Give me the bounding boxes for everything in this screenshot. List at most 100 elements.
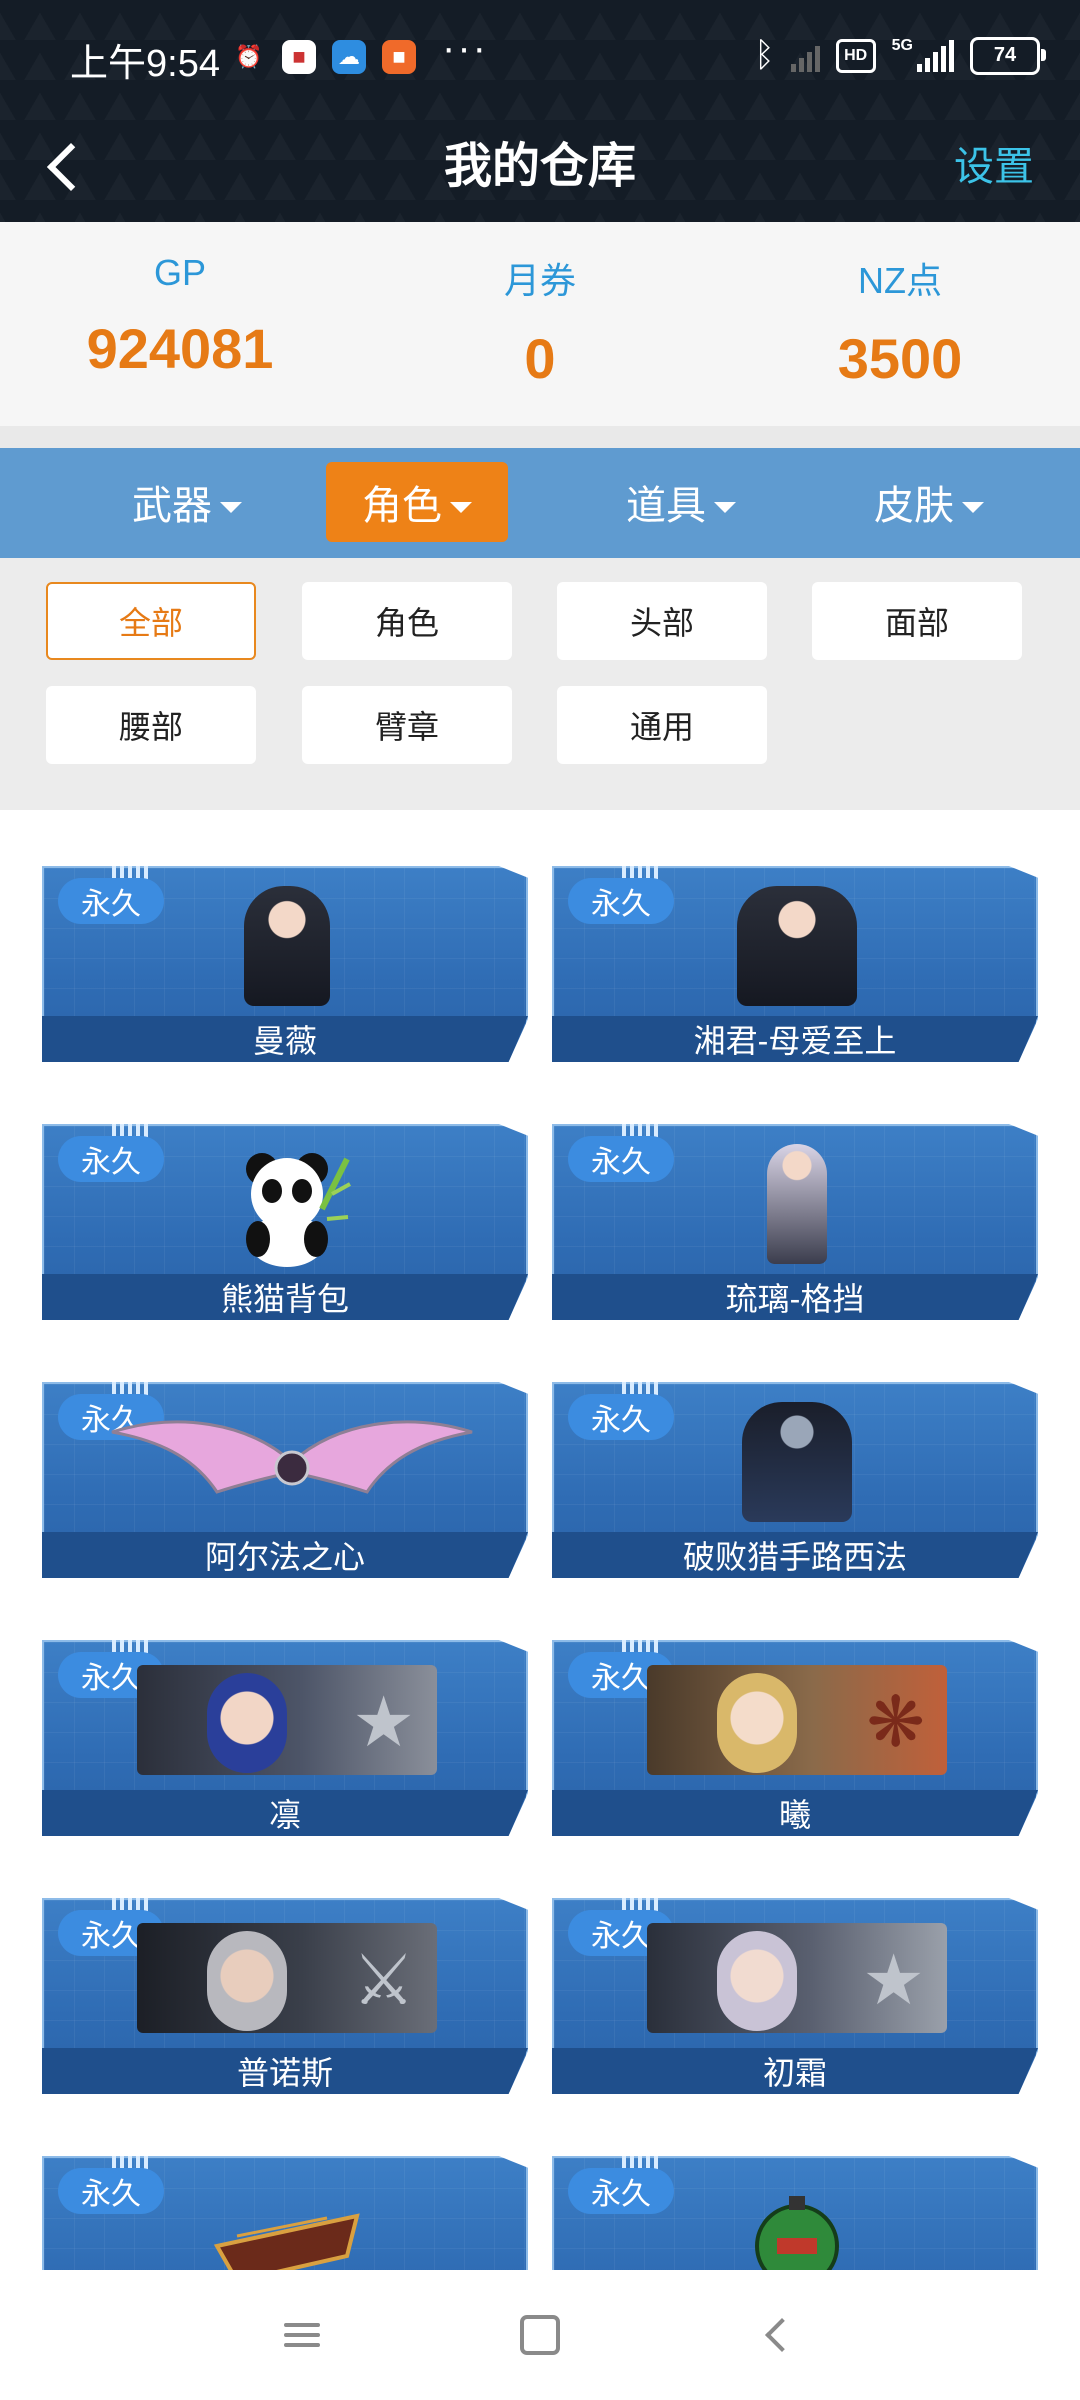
filter-character[interactable]: 角色 [302, 582, 512, 660]
filter-all[interactable]: 全部 [46, 582, 256, 660]
currency-panel: GP 924081 月券 0 NZ点 3500 [0, 222, 1080, 426]
tab-weapons[interactable]: 武器 [96, 462, 278, 542]
item-card[interactable]: 永久 ⚔ 普诺斯 [42, 1898, 528, 2094]
character-face [717, 1931, 797, 2031]
item-card[interactable]: 永久 [42, 2156, 528, 2270]
filter-face[interactable]: 面部 [812, 582, 1022, 660]
character-portrait [244, 886, 330, 1006]
home-icon [520, 2315, 560, 2355]
status-bar: 上午9:54 ⏰ ■ ☁ ■ ··· ᛒ HD 5G 74 [0, 0, 1080, 110]
character-banner-image: ⚔ [112, 1908, 462, 2048]
tab-items[interactable]: 道具 [590, 462, 772, 542]
item-card[interactable]: 永久 湘君-母爱至上 [552, 866, 1038, 1062]
caret-down-icon [714, 501, 736, 513]
character-face [207, 1673, 287, 1773]
character-banner-image: ❋ [622, 1650, 972, 1790]
tab-label: 角色 [362, 484, 442, 528]
divider [0, 426, 1080, 448]
signal-icon [917, 39, 954, 72]
grenade-icon [755, 2196, 839, 2270]
currency-label: NZ点 [858, 260, 942, 301]
signal-icon-sim2 [790, 40, 820, 72]
character-banner-image: ★ [112, 1650, 462, 1790]
banner: ★ [647, 1923, 947, 2033]
item-name: 初霜 [762, 2055, 827, 2091]
item-name: 凛 [268, 1797, 301, 1833]
system-back-button[interactable] [742, 2300, 812, 2370]
home-button[interactable] [505, 2300, 575, 2370]
status-right: ᛒ HD 5G 74 [754, 36, 1046, 75]
tab-characters[interactable]: 角色 [326, 462, 508, 542]
item-name: 曦 [778, 1797, 811, 1833]
currency-label: GP [153, 252, 206, 293]
character-banner-image: ★ [622, 1908, 972, 2048]
character-image [142, 876, 432, 1016]
item-card[interactable]: 永久 琉璃-格挡 [552, 1124, 1038, 1320]
item-card[interactable]: 永久 ❋ 曦 [552, 1640, 1038, 1836]
currency-value: 0 [524, 327, 556, 390]
character-portrait [737, 886, 857, 1006]
menu-icon [284, 2317, 320, 2353]
caret-down-icon [450, 501, 472, 513]
item-card[interactable]: 永久 破败猎手路西法 [552, 1382, 1038, 1578]
character-image [652, 1134, 942, 1274]
back-arrow-icon [765, 2318, 799, 2352]
character-portrait [742, 1402, 852, 1522]
caret-down-icon [962, 501, 984, 513]
bluetooth-icon: ᛒ [754, 36, 775, 74]
item-name: 曼薇 [252, 1023, 317, 1059]
tree-emblem-icon: ❋ [866, 1683, 925, 1761]
filter-waist[interactable]: 腰部 [46, 686, 256, 764]
recents-button[interactable] [267, 2300, 337, 2370]
character-face [207, 1931, 287, 2031]
sword-emblem-icon: ⚔ [352, 1941, 415, 2019]
item-card[interactable]: 永久 ★ 初霜 [552, 1898, 1038, 2094]
character-image [652, 1392, 942, 1532]
currency-value: 3500 [837, 327, 963, 390]
wings-image [102, 1392, 482, 1532]
item-grid: 永久 曼薇 永久 湘君-母爱至上 永久 熊猫背包 永久 琉璃-格挡 永久 阿尔法… [0, 810, 1080, 2270]
item-name: 湘君-母爱至上 [693, 1023, 897, 1059]
battery-level: 74 [993, 44, 1017, 66]
settings-button[interactable]: 设置 [954, 132, 1034, 202]
item-name: 破败猎手路西法 [682, 1539, 907, 1575]
item-card[interactable]: 永久 [552, 2156, 1038, 2270]
character-image [652, 876, 942, 1016]
panda-icon [246, 1153, 351, 1267]
boat-icon [213, 2213, 360, 2270]
currency-nz: NZ点 3500 [720, 222, 1080, 426]
filter-armband[interactable]: 臂章 [302, 686, 512, 764]
tab-skins[interactable]: 皮肤 [838, 462, 1020, 542]
header: 我的仓库 设置 [0, 110, 1080, 222]
boat-image [142, 2166, 432, 2270]
star-emblem-icon: ★ [352, 1683, 415, 1761]
filter-panel: 全部 角色 头部 面部 腰部 臂章 通用 [0, 558, 1080, 810]
filter-general[interactable]: 通用 [557, 686, 767, 764]
hd-icon: HD [835, 38, 876, 73]
network-type: 5G [891, 36, 913, 54]
item-card[interactable]: 永久 阿尔法之心 [42, 1382, 528, 1578]
banner: ★ [137, 1665, 437, 1775]
wings-icon [111, 1420, 473, 1494]
currency-value: 924081 [86, 317, 274, 380]
app-icon-2: ■ [382, 40, 416, 74]
battery-icon: 74 [970, 36, 1046, 75]
top-bar: 上午9:54 ⏰ ■ ☁ ■ ··· ᛒ HD 5G 74 我的仓库 设置 [0, 0, 1080, 222]
banner: ⚔ [137, 1923, 437, 2033]
currency-voucher: 月券 0 [360, 222, 720, 426]
panda-backpack-image [142, 1134, 432, 1274]
item-name: 阿尔法之心 [204, 1539, 365, 1575]
tab-label: 皮肤 [874, 484, 954, 528]
item-name: 普诺斯 [236, 2055, 333, 2091]
item-card[interactable]: 永久 ★ 凛 [42, 1640, 528, 1836]
page-title: 我的仓库 [443, 140, 636, 193]
filter-head[interactable]: 头部 [557, 582, 767, 660]
tab-label: 道具 [626, 484, 706, 528]
status-time: 上午9:54 [70, 43, 220, 85]
character-face [717, 1673, 797, 1773]
item-card[interactable]: 永久 曼薇 [42, 866, 528, 1062]
more-notifications-icon: ··· [442, 26, 488, 70]
item-name: 琉璃-格挡 [725, 1281, 865, 1317]
item-name: 熊猫背包 [220, 1281, 349, 1317]
item-card[interactable]: 永久 熊猫背包 [42, 1124, 528, 1320]
